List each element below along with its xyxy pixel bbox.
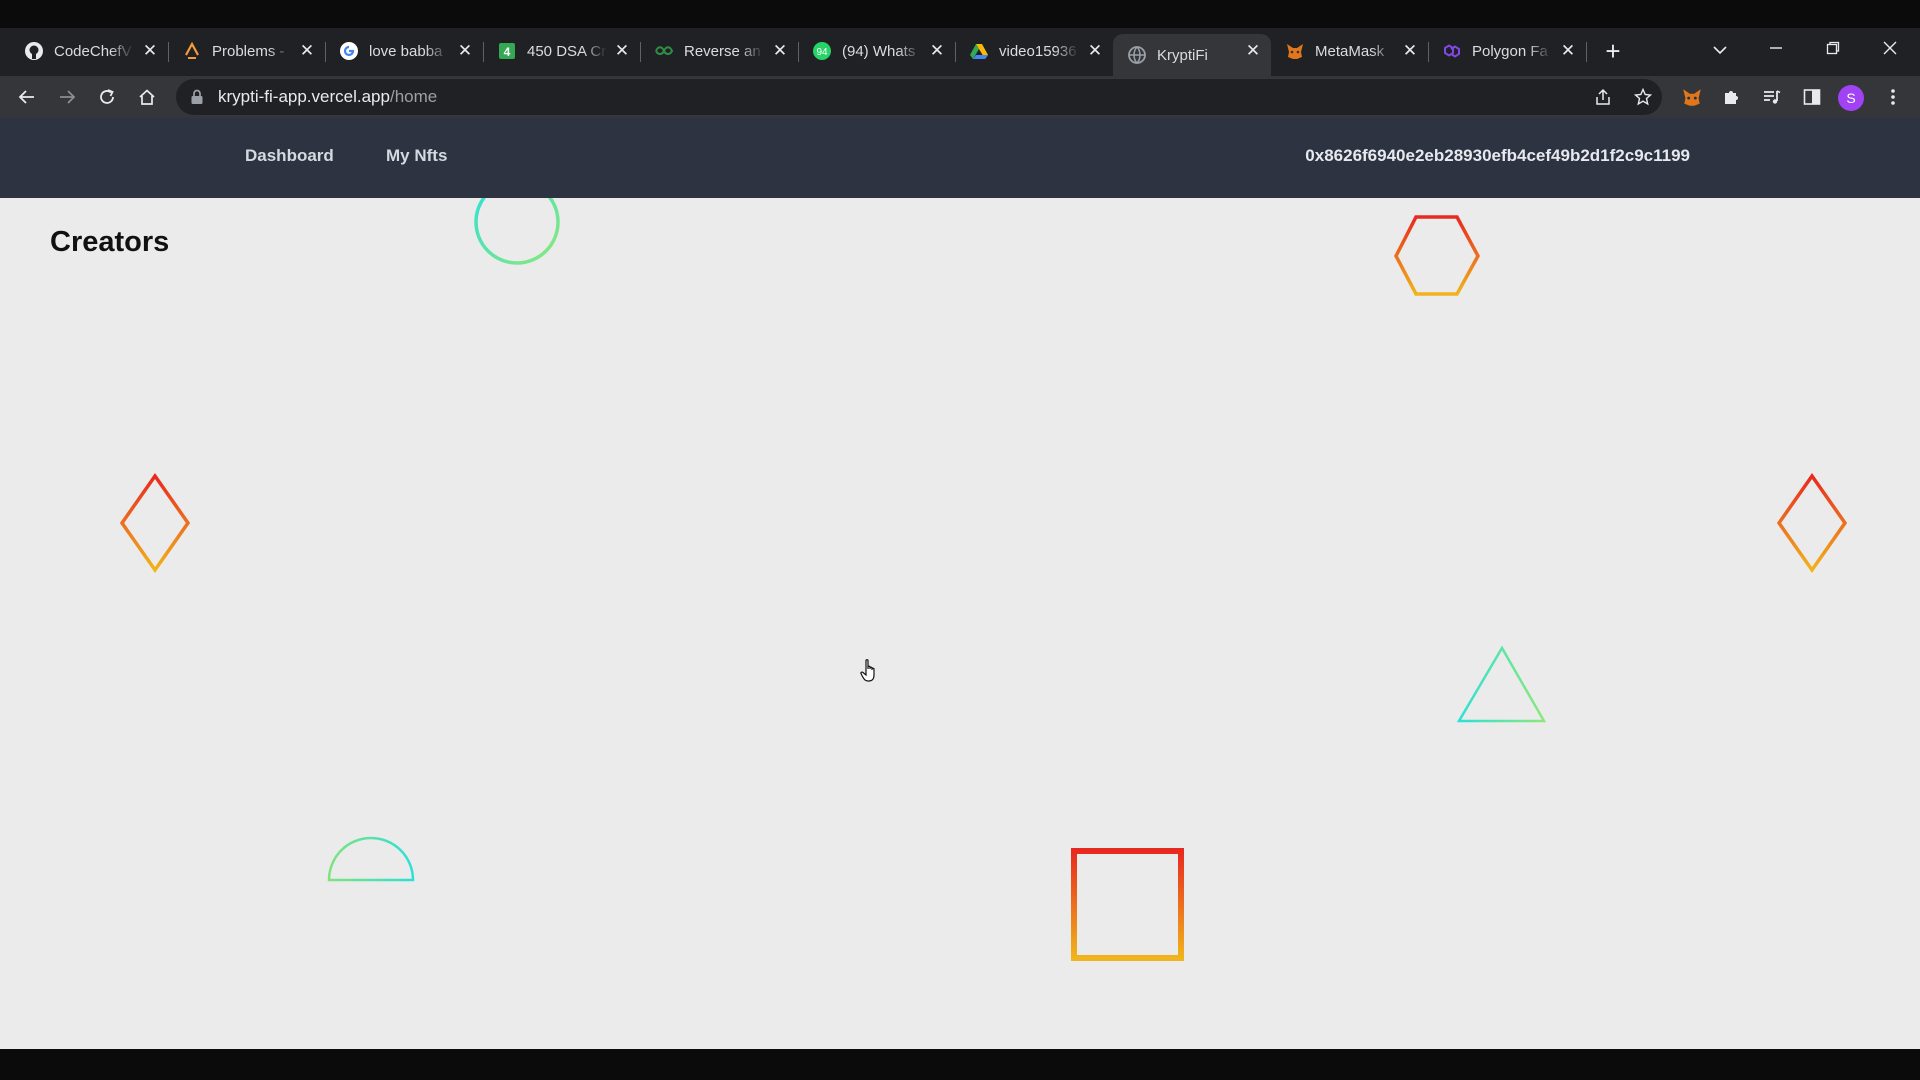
app-navbar: Dashboard My Nfts 0x8626f6940e2eb28930ef…	[0, 118, 1920, 198]
wallet-address: 0x8626f6940e2eb28930efb4cef49b2d1f2c9c11…	[1305, 146, 1690, 165]
decorative-circle-shape	[474, 198, 560, 265]
reload-button[interactable]	[91, 81, 123, 113]
codingninjas-icon	[182, 41, 202, 61]
kebab-menu-icon[interactable]	[1877, 81, 1909, 113]
restore-window-button[interactable]	[1813, 34, 1853, 64]
github-icon	[24, 41, 44, 61]
close-tab-icon[interactable]: ✕	[927, 41, 947, 61]
tab-label: video15936	[999, 42, 1077, 60]
close-tab-icon[interactable]: ✕	[1400, 41, 1420, 61]
tab-label: CodeChefV	[54, 42, 132, 60]
close-tab-icon[interactable]: ✕	[770, 41, 790, 61]
decorative-hexagon-shape	[1394, 215, 1480, 296]
url-host: krypti-fi-app.vercel.app	[218, 87, 390, 106]
svg-text:94: 94	[816, 47, 828, 58]
decorative-triangle-shape	[1456, 645, 1547, 723]
polygon-icon	[1442, 41, 1462, 61]
tab-label: Problems -	[212, 42, 285, 60]
close-tab-icon[interactable]: ✕	[140, 41, 160, 61]
browser-tab[interactable]: Polygon Fa ✕	[1428, 34, 1586, 68]
decorative-diamond-shape-left	[119, 472, 191, 574]
close-tab-icon[interactable]: ✕	[612, 41, 632, 61]
minimize-window-button[interactable]	[1756, 34, 1796, 64]
close-tab-icon[interactable]: ✕	[1558, 41, 1578, 61]
tab-separator	[1586, 42, 1587, 62]
back-button[interactable]	[11, 81, 43, 113]
browser-tab[interactable]: CodeChefV ✕	[10, 34, 168, 68]
whatsapp-icon: 94	[812, 41, 832, 61]
tab-label: (94) Whats	[842, 42, 916, 60]
extensions-puzzle-icon[interactable]	[1716, 81, 1748, 113]
google-icon	[339, 41, 359, 61]
close-window-button[interactable]	[1870, 34, 1910, 64]
url-text[interactable]: krypti-fi-app.vercel.app/home	[218, 87, 437, 107]
decorative-diamond-shape-right	[1776, 472, 1848, 574]
decorative-semicircle-shape	[327, 836, 415, 882]
close-tab-icon[interactable]: ✕	[297, 41, 317, 61]
side-panel-icon[interactable]	[1796, 81, 1828, 113]
url-path: /home	[389, 87, 438, 106]
nav-link-dashboard[interactable]: Dashboard	[245, 146, 334, 166]
metamask-icon	[1285, 41, 1305, 61]
close-tab-icon[interactable]: ✕	[1085, 41, 1105, 61]
browser-tab[interactable]: Reverse an ✕	[640, 34, 798, 68]
share-icon[interactable]	[1587, 81, 1619, 113]
profile-avatar[interactable]: S	[1838, 85, 1864, 111]
sheets-icon: 4	[497, 41, 517, 61]
bookmark-star-icon[interactable]	[1627, 81, 1659, 113]
metamask-extension-icon[interactable]	[1676, 81, 1708, 113]
background-shapes	[119, 198, 1848, 961]
globe-icon	[1127, 45, 1147, 65]
browser-tab[interactable]: 94 (94) Whats ✕	[798, 34, 955, 68]
tab-label: MetaMask	[1315, 42, 1385, 60]
close-tab-icon[interactable]: ✕	[1243, 41, 1263, 61]
creators-section: Creators	[0, 198, 1920, 1049]
browser-tab[interactable]: Problems - ✕	[168, 34, 325, 68]
gfg-icon	[654, 41, 674, 61]
browser-tab[interactable]: video15936 ✕	[955, 34, 1113, 68]
svg-text:4: 4	[504, 45, 511, 59]
tab-label: Reverse an	[684, 42, 761, 60]
media-queue-icon[interactable]	[1756, 81, 1788, 113]
browser-tab[interactable]: 4 450 DSA Cr ✕	[483, 34, 640, 68]
browser-tab[interactable]: MetaMask ✕	[1271, 34, 1428, 68]
address-bar[interactable]: krypti-fi-app.vercel.app/home	[176, 79, 1662, 115]
forward-button[interactable]	[51, 81, 83, 113]
browser-toolbar: krypti-fi-app.vercel.app/home S	[0, 76, 1920, 118]
browser-tab[interactable]: love babba ✕	[325, 34, 483, 68]
tab-label: KryptiFi	[1157, 46, 1208, 64]
tab-label: love babba	[369, 42, 443, 60]
drive-icon	[969, 41, 989, 61]
tab-label: Polygon Fa	[1472, 42, 1548, 60]
nav-link-my-nfts[interactable]: My Nfts	[386, 146, 447, 166]
new-tab-button[interactable]: +	[1598, 36, 1628, 66]
screen-bottom-border	[0, 1049, 1920, 1080]
browser-tab-strip: CodeChefV ✕ Problems - ✕ love babba ✕ 4	[0, 0, 1920, 76]
decorative-square-shape	[1071, 848, 1184, 961]
close-tab-icon[interactable]: ✕	[455, 41, 475, 61]
tab-search-chevron-icon[interactable]	[1700, 34, 1740, 64]
tab-label: 450 DSA Cr	[527, 42, 607, 60]
browser-tab-active[interactable]: KryptiFi ✕	[1113, 34, 1271, 76]
lock-icon	[191, 89, 203, 104]
hand-pointer-cursor-icon	[860, 659, 875, 682]
screen-top-border	[0, 0, 1920, 28]
home-button[interactable]	[131, 81, 163, 113]
